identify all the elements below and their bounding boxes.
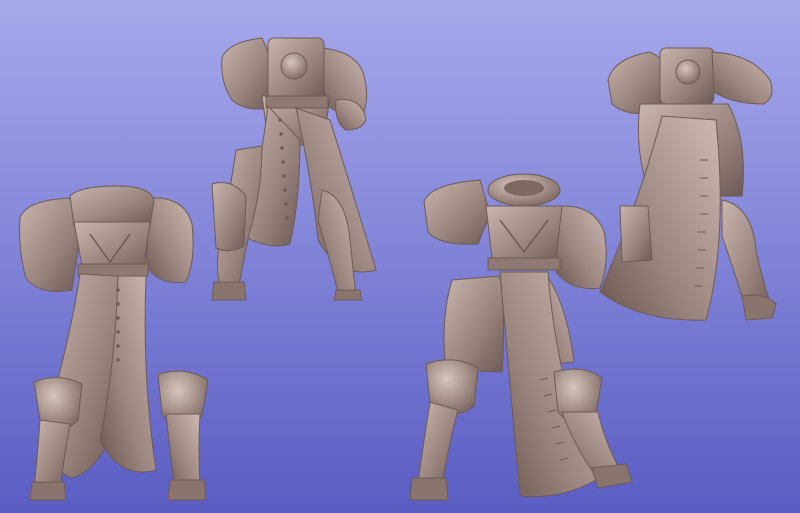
- sculpt-render: [19, 37, 777, 501]
- figure-front-view-left: [19, 185, 209, 501]
- figure-side-back-view: [599, 47, 777, 321]
- render-viewport: [0, 0, 800, 513]
- figure-back-view: [211, 37, 377, 301]
- figure-front-view-center: [409, 173, 633, 501]
